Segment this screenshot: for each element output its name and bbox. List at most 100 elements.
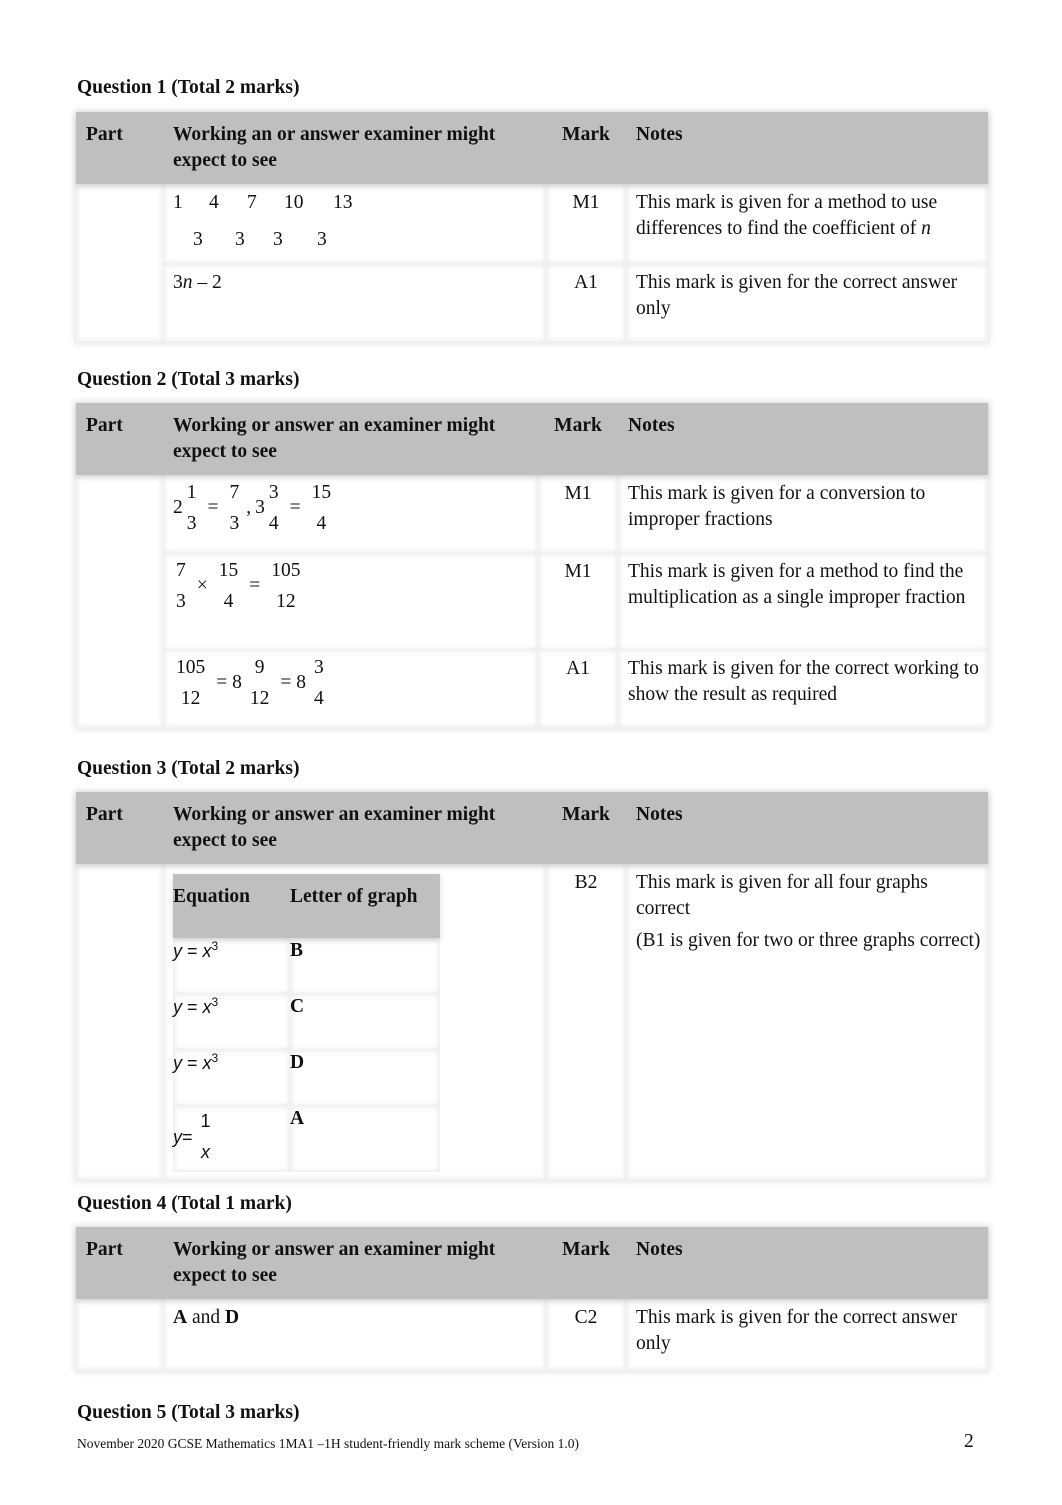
whole-number: 2 — [173, 497, 183, 518]
fraction: 34 — [314, 652, 324, 714]
notes-cell: This mark is given for all four graphs c… — [626, 864, 988, 1180]
question-3-title: Question 3 (Total 2 marks) — [77, 758, 300, 779]
question-2-title: Question 2 (Total 3 marks) — [77, 369, 300, 390]
letter-cell: D — [290, 1050, 440, 1106]
question-3-table: Part Working or answer an examiner might… — [76, 792, 988, 1180]
var-y: y — [173, 941, 182, 961]
var-y: y — [173, 1127, 182, 1147]
fraction: 1x — [201, 1106, 211, 1168]
notes-paragraph: (B1 is given for two or three graphs cor… — [636, 930, 981, 951]
numerator: 3 — [268, 482, 279, 503]
denominator: 12 — [180, 688, 201, 709]
fraction: 73 — [176, 555, 186, 617]
equation-cell: y = x3 — [173, 1050, 290, 1106]
working-cell: 73 × 15 4 = 105 12 — [163, 553, 538, 650]
denominator: 3 — [176, 591, 186, 612]
working-cell: 105 12 = 8 9 12 = 8 34 — [163, 650, 538, 728]
numerator: 1 — [200, 1111, 211, 1131]
table-row: 105 12 = 8 9 12 = 8 34 A1 This mark is giv… — [76, 650, 988, 728]
fraction: 73 — [230, 477, 240, 539]
part-header: Part — [76, 792, 163, 864]
notes-cell: This mark is given for a method to use d… — [626, 184, 988, 264]
equals-sign: = — [289, 497, 301, 518]
answer-conjunction: and — [187, 1307, 225, 1328]
page-number: 2 — [964, 1431, 974, 1452]
mark-header: Mark — [546, 792, 626, 864]
question-2-table: Part Working or answer an examiner might… — [76, 403, 988, 728]
denominator: 4 — [316, 513, 327, 534]
mark-cell: C2 — [546, 1299, 626, 1371]
part-header: Part — [76, 403, 163, 475]
multiplication-working: 73 × 15 4 = 105 12 — [173, 555, 304, 617]
equation-cell: y = x3 — [173, 938, 290, 994]
working-cell: Equation Letter of graph y = x3 B y = x3… — [163, 864, 546, 1180]
notes-text: This mark is given for a method to use d… — [636, 192, 938, 239]
working-cell: 3n – 2 — [163, 264, 546, 342]
letter-header: Letter of graph — [290, 874, 440, 938]
header-row: Part Working an or answer examiner might… — [76, 112, 988, 184]
fraction: 15 4 — [312, 477, 332, 539]
answer-rest: – 2 — [192, 272, 222, 293]
var-x: x — [202, 941, 212, 961]
header-row: Part Working or answer an examiner might… — [76, 1227, 988, 1299]
question-5-title: Question 5 (Total 3 marks) — [77, 1402, 300, 1423]
working-cell: 1 4 7 10 13 3 3 3 3 — [163, 184, 546, 264]
numerator: 3 — [314, 657, 324, 678]
mark-header: Mark — [546, 112, 626, 184]
equals: = — [182, 1127, 193, 1147]
equals: = — [182, 997, 203, 1017]
letter-cell: A — [290, 1106, 440, 1172]
notes-header: Notes — [626, 792, 988, 864]
comma: , — [246, 497, 252, 518]
part-cell — [76, 864, 163, 1180]
fraction: 15 4 — [219, 555, 239, 617]
question-4-title: Question 4 (Total 1 mark) — [77, 1193, 292, 1214]
numerator: 15 — [311, 482, 332, 503]
inner-row: y = x3 D — [173, 1050, 440, 1106]
difference-term: 3 — [193, 229, 203, 250]
answer-letter: A — [173, 1307, 188, 1328]
notes-paragraph: This mark is given for all four graphs c… — [636, 872, 928, 919]
answer-coefficient: 3 — [173, 272, 183, 293]
equation-graph-table: Equation Letter of graph y = x3 B y = x3… — [173, 874, 440, 1172]
numerator: 105 — [176, 657, 206, 678]
equals-sign: = — [249, 575, 261, 596]
answer-letter: D — [225, 1307, 240, 1328]
denominator: 4 — [223, 591, 234, 612]
question-1-table: Part Working an or answer examiner might… — [76, 112, 988, 342]
mark-header: Mark — [538, 403, 618, 475]
question-1-title: Question 1 (Total 2 marks) — [77, 77, 300, 98]
table-row: Equation Letter of graph y = x3 B y = x3… — [76, 864, 988, 1180]
notes-cell: This mark is given for the correct answe… — [626, 264, 988, 342]
question-4-table: Part Working or answer an examiner might… — [76, 1227, 988, 1371]
var-x: x — [202, 1053, 212, 1073]
fraction: 34 — [269, 477, 279, 539]
times-sign: × — [196, 575, 208, 596]
numerator: 105 — [271, 560, 301, 581]
mark-header: Mark — [546, 1227, 626, 1299]
sequence-term: 4 — [209, 192, 219, 213]
notes-header: Notes — [626, 112, 988, 184]
working-header: Working an or answer examiner might expe… — [163, 112, 546, 184]
equation-header: Equation — [173, 874, 290, 938]
mark-cell: M1 — [546, 184, 626, 264]
mark-cell: M1 — [538, 475, 618, 553]
notes-cell: This mark is given for the correct answe… — [626, 1299, 988, 1371]
working-header: Working or answer an examiner might expe… — [163, 403, 538, 475]
equals-whole: = 8 — [280, 672, 306, 693]
table-row: 2 13 = 73 , 3 34 = 15 4 M1 This mark is g… — [76, 475, 988, 553]
table-row: A and D C2 This mark is given for the co… — [76, 1299, 988, 1371]
working-header: Working or answer an examiner might expe… — [163, 792, 546, 864]
table-row: 1 4 7 10 13 3 3 3 3 M1 This mark is give… — [76, 184, 988, 264]
equals: = — [182, 941, 203, 961]
fraction: 13 — [187, 477, 197, 539]
mark-cell: M1 — [538, 553, 618, 650]
denominator: 12 — [276, 591, 296, 612]
part-cell — [76, 184, 163, 342]
var-y: y — [173, 997, 182, 1017]
numerator: 9 — [254, 657, 265, 678]
working-cell: 2 13 = 73 , 3 34 = 15 4 — [163, 475, 538, 553]
difference-term: 3 — [235, 229, 245, 250]
exponent: 3 — [211, 995, 219, 1009]
letter-cell: C — [290, 994, 440, 1050]
